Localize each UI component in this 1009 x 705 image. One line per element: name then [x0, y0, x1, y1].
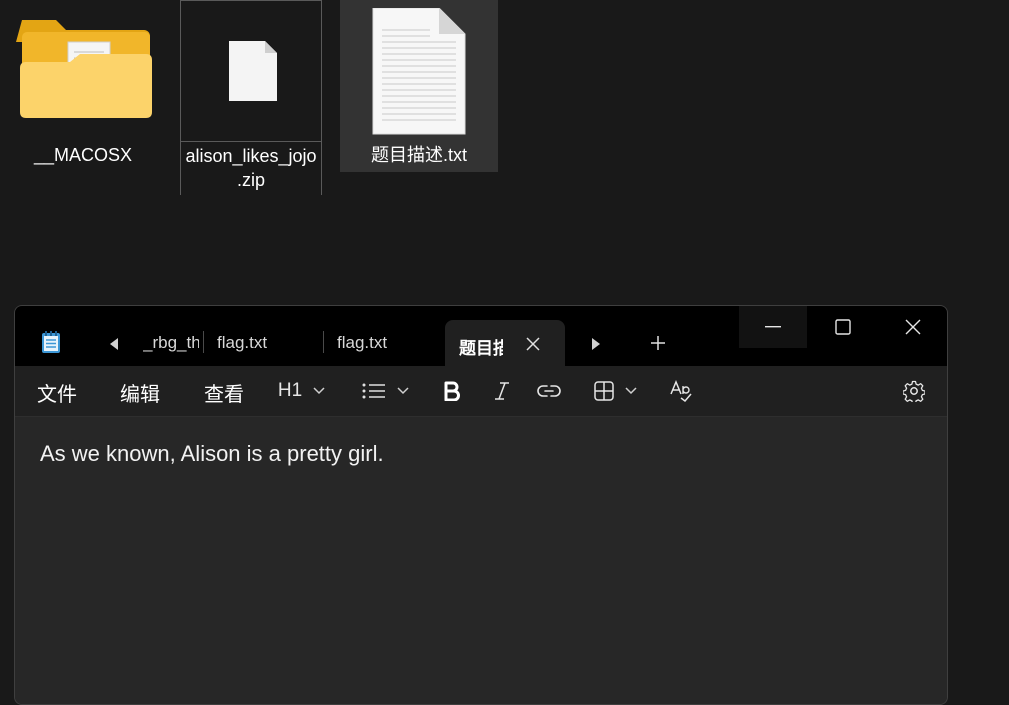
menu-file[interactable]: 文件	[37, 378, 77, 407]
close-icon	[905, 319, 921, 335]
list-button[interactable]	[357, 374, 415, 408]
maximize-button[interactable]	[809, 306, 877, 348]
scroll-tabs-left-icon[interactable]	[103, 334, 125, 354]
text-editor[interactable]: As we known, Alison is a pretty girl.	[15, 417, 947, 704]
heading-dropdown[interactable]: H1	[273, 374, 331, 408]
chevron-down-icon	[625, 387, 637, 395]
tab-2[interactable]: flag.txt	[217, 333, 317, 353]
file-name: __MACOSX	[33, 145, 133, 165]
chevron-down-icon	[313, 387, 325, 395]
tab-active[interactable]: 题目描述.txt	[445, 320, 565, 367]
file-name-line2: .zip	[236, 170, 265, 190]
bold-button[interactable]	[439, 374, 465, 408]
table-icon	[594, 381, 614, 401]
tab-1[interactable]: _rbg_th	[143, 333, 199, 353]
italic-icon	[495, 382, 509, 400]
menu-view[interactable]: 查看	[204, 378, 244, 407]
file-icon	[181, 39, 321, 103]
gear-icon	[903, 380, 925, 402]
menu-edit[interactable]: 编辑	[120, 378, 160, 407]
title-bar: _rbg_th flag.txt flag.txt 题目描述.txt	[15, 306, 947, 367]
italic-button[interactable]	[489, 374, 515, 408]
tab-separator	[203, 331, 204, 353]
settings-button[interactable]	[899, 374, 929, 408]
new-tab-icon[interactable]	[645, 330, 671, 356]
text-file-icon	[340, 7, 498, 136]
desktop-item-txt-file[interactable]: 题目描述.txt	[340, 0, 498, 172]
close-tab-icon[interactable]	[521, 332, 545, 356]
notepad-window: _rbg_th flag.txt flag.txt 题目描述.txt 文件 编辑	[14, 305, 948, 705]
file-name: 题目描述.txt	[370, 145, 467, 165]
active-tab-label: 题目描述.txt	[459, 339, 503, 358]
chevron-down-icon	[397, 387, 409, 395]
tab-3[interactable]: flag.txt	[337, 333, 437, 353]
spellcheck-icon	[670, 380, 692, 402]
tab-separator	[323, 331, 324, 353]
bold-icon	[444, 381, 460, 401]
maximize-icon	[835, 319, 851, 335]
minimize-icon	[765, 326, 781, 328]
minimize-button[interactable]	[739, 306, 807, 348]
spellcheck-button[interactable]	[667, 374, 695, 408]
bulleted-list-icon	[362, 383, 385, 399]
toolbar: 文件 编辑 查看 H1	[15, 366, 947, 417]
desktop-item-macosx-folder[interactable]: __MACOSX	[10, 0, 156, 170]
notepad-icon	[39, 330, 63, 354]
link-button[interactable]	[535, 374, 563, 408]
table-dropdown[interactable]	[589, 374, 643, 408]
document-text[interactable]: As we known, Alison is a pretty girl.	[40, 441, 384, 467]
desktop-item-zip-file[interactable]: alison_likes_jojo .zip	[180, 0, 322, 195]
folder-icon	[10, 16, 156, 120]
file-name-line1: alison_likes_jojo	[185, 146, 317, 166]
heading-label: H1	[277, 380, 303, 401]
close-button[interactable]	[879, 306, 947, 348]
link-icon	[537, 385, 561, 397]
scroll-tabs-right-icon[interactable]	[585, 334, 607, 354]
